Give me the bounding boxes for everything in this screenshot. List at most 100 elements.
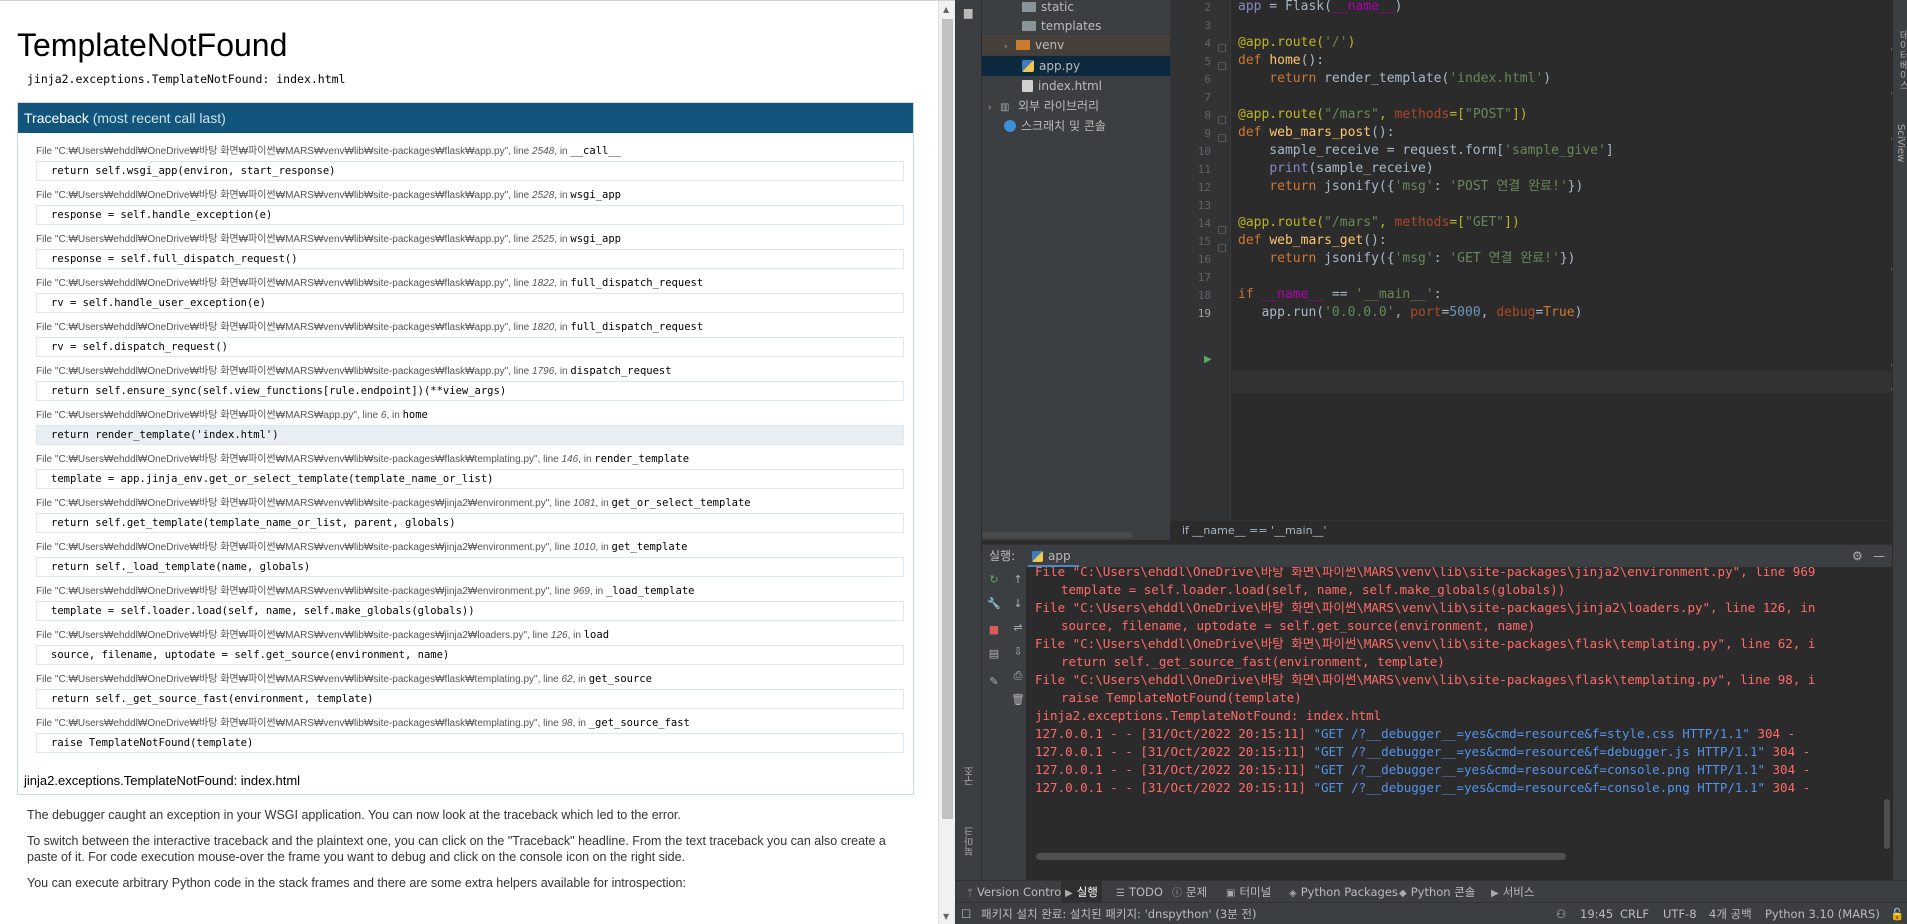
stop-icon[interactable]: ■: [986, 623, 1002, 636]
frame-source-line[interactable]: return self._load_template(name, globals…: [36, 557, 904, 577]
frame-source-line[interactable]: return self.wsgi_app(environ, start_resp…: [36, 161, 904, 181]
tab-run[interactable]: ▶ 실행: [1061, 881, 1102, 903]
traceback-frame[interactable]: File "C:₩Users₩ehddl₩OneDrive₩바탕 화면₩파이썬₩…: [36, 409, 904, 445]
traceback-frame[interactable]: File "C:₩Users₩ehddl₩OneDrive₩바탕 화면₩파이썬₩…: [36, 541, 904, 577]
tab-version-control[interactable]: ᛘ Version Control: [963, 881, 1069, 903]
layout-icon[interactable]: ▤: [986, 647, 1002, 660]
file-encoding[interactable]: UTF-8: [1663, 903, 1697, 924]
tree-item-app-py[interactable]: app.py: [982, 56, 1170, 76]
project-folder-icon[interactable]: ▆: [964, 6, 972, 19]
frame-source-line[interactable]: return render_template('index.html'): [36, 425, 904, 445]
traceback-frame[interactable]: File "C:₩Users₩ehddl₩OneDrive₩바탕 화면₩파이썬₩…: [36, 585, 904, 621]
tab-todo[interactable]: ☰ TODO: [1112, 881, 1167, 903]
scroll-to-end-icon[interactable]: ⇩: [1010, 645, 1026, 658]
browser-scrollbar[interactable]: ▲ ▼: [938, 1, 955, 924]
run-console[interactable]: File "C:\Users\ehddl\OneDrive\바탕 화면\파이썬\…: [1026, 567, 1892, 867]
traceback-frame[interactable]: File "C:₩Users₩ehddl₩OneDrive₩바탕 화면₩파이썬₩…: [36, 629, 904, 665]
frame-source-line[interactable]: raise TemplateNotFound(template): [36, 733, 904, 753]
soft-wrap-icon[interactable]: ⇌: [1010, 621, 1026, 634]
frame-source-line[interactable]: response = self.full_dispatch_request(): [36, 249, 904, 269]
rerun-icon[interactable]: ↻: [986, 573, 1002, 586]
code-line[interactable]: app = Flask(__name__): [1238, 0, 1402, 18]
breadcrumb[interactable]: if __name__ == '__main__': [1170, 520, 1907, 540]
frame-source-line[interactable]: return self.get_template(template_name_o…: [36, 513, 904, 533]
tab-terminal[interactable]: ▣ 터미널: [1222, 881, 1275, 903]
traceback-frame[interactable]: File "C:₩Users₩ehddl₩OneDrive₩바탕 화면₩파이썬₩…: [36, 277, 904, 313]
tab-services[interactable]: ▶ 서비스: [1487, 881, 1538, 903]
traceback-frame[interactable]: File "C:₩Users₩ehddl₩OneDrive₩바탕 화면₩파이썬₩…: [36, 717, 904, 753]
traceback-frame[interactable]: File "C:₩Users₩ehddl₩OneDrive₩바탕 화면₩파이썬₩…: [36, 321, 904, 357]
frame-source-line[interactable]: return self._get_source_fast(environment…: [36, 689, 904, 709]
status-square-icon[interactable]: ☐: [961, 903, 971, 924]
status-message[interactable]: 패키지 설치 완료: 설치된 패키지: 'dnspython' (3분 전): [981, 903, 1256, 924]
run-gutter-icon[interactable]: ▶: [1204, 354, 1212, 365]
fold-marker-icon[interactable]: [1218, 62, 1226, 70]
print-icon[interactable]: ⎙: [1010, 669, 1026, 683]
fold-marker-icon[interactable]: [1218, 244, 1226, 252]
console-horizontal-scrollbar[interactable]: [1036, 853, 1566, 860]
bookmarks-tool-label[interactable]: 북마크: [963, 826, 978, 856]
python-interpreter[interactable]: Python 3.10 (MARS): [1765, 903, 1880, 924]
code-line[interactable]: return jsonify({'msg': 'POST 연결 완료!'}): [1238, 176, 1583, 198]
frame-source-line[interactable]: template = self.loader.load(self, name, …: [36, 601, 904, 621]
console-request-link[interactable]: "GET /?__debugger__=yes&cmd=resource&f=s…: [1313, 726, 1750, 741]
traceback-frame[interactable]: File "C:₩Users₩ehddl₩OneDrive₩바탕 화면₩파이썬₩…: [36, 145, 904, 181]
structure-tool-label[interactable]: 구조: [963, 766, 978, 786]
pin-icon[interactable]: ✎: [986, 675, 1002, 688]
console-request-link[interactable]: "GET /?__debugger__=yes&cmd=resource&f=c…: [1313, 762, 1765, 777]
code-editor[interactable]: 2 3 4 5 6 7 8 9 10 11 12 13 14 15 16 17 18 19 app = Flask…: [982, 0, 1907, 540]
tree-item-venv[interactable]: › venv: [982, 35, 1170, 55]
fold-marker-icon[interactable]: [1218, 134, 1226, 142]
sciview-tool-label[interactable]: SciView: [1895, 124, 1906, 162]
scroll-down-icon[interactable]: ▼: [943, 912, 949, 921]
tree-item-scratches[interactable]: 스크래치 및 콘솔: [982, 116, 1170, 136]
chevron-right-icon[interactable]: ›: [988, 98, 1000, 118]
traceback-frame[interactable]: File "C:₩Users₩ehddl₩OneDrive₩바탕 화면₩파이썬₩…: [36, 365, 904, 401]
tree-item-external-libraries[interactable]: › ▥ 외부 라이브러리: [982, 96, 1170, 116]
lock-icon[interactable]: 🔓: [1890, 903, 1904, 924]
traceback-frame[interactable]: File "C:₩Users₩ehddl₩OneDrive₩바탕 화면₩파이썬₩…: [36, 673, 904, 709]
run-tab-app[interactable]: app: [1028, 545, 1079, 567]
frame-source-line[interactable]: rv = self.handle_user_exception(e): [36, 293, 904, 313]
tab-python-packages[interactable]: ◈ Python Packages: [1285, 881, 1402, 903]
scroll-up-icon[interactable]: ▲: [943, 5, 949, 14]
frame-source-line[interactable]: response = self.handle_exception(e): [36, 205, 904, 225]
scroll-up-arrow-icon[interactable]: ↑: [1010, 573, 1026, 586]
line-separator[interactable]: CRLF: [1620, 903, 1649, 924]
trash-icon[interactable]: 🗑: [1010, 693, 1026, 706]
tree-item-static[interactable]: static: [982, 0, 1170, 17]
frame-source-line[interactable]: rv = self.dispatch_request(): [36, 337, 904, 357]
traceback-frame[interactable]: File "C:₩Users₩ehddl₩OneDrive₩바탕 화면₩파이썬₩…: [36, 189, 904, 225]
indent-setting[interactable]: 4개 공백: [1709, 903, 1752, 924]
code-line[interactable]: app.run('0.0.0.0', port=5000, debug=True…: [1238, 302, 1582, 324]
traceback-frame[interactable]: File "C:₩Users₩ehddl₩OneDrive₩바탕 화면₩파이썬₩…: [36, 233, 904, 269]
console-request-link[interactable]: "GET /?__debugger__=yes&cmd=resource&f=d…: [1313, 744, 1765, 759]
frame-source-line[interactable]: template = app.jinja_env.get_or_select_t…: [36, 469, 904, 489]
code-line[interactable]: return jsonify({'msg': 'GET 연결 완료!'}): [1238, 248, 1575, 270]
database-tool-label[interactable]: 데이터베이스: [1895, 30, 1907, 90]
inspect-icon[interactable]: ⚇: [1556, 903, 1566, 924]
project-horizontal-scrollbar[interactable]: [982, 532, 1132, 538]
traceback-header[interactable]: Traceback (most recent call last): [18, 103, 913, 133]
frame-source-line[interactable]: return self.ensure_sync(self.view_functi…: [36, 381, 904, 401]
fold-marker-icon[interactable]: [1218, 44, 1226, 52]
fold-marker-icon[interactable]: [1218, 226, 1226, 234]
console-request-link[interactable]: "GET /?__debugger__=yes&cmd=resource&f=c…: [1313, 780, 1765, 795]
chevron-right-icon[interactable]: ›: [1004, 37, 1016, 57]
traceback-frame[interactable]: File "C:₩Users₩ehddl₩OneDrive₩바탕 화면₩파이썬₩…: [36, 497, 904, 533]
tree-item-templates[interactable]: templates: [982, 16, 1170, 36]
code-line[interactable]: return render_template('index.html'): [1238, 68, 1551, 90]
tab-problems[interactable]: ⓘ 문제: [1168, 881, 1211, 903]
scroll-down-arrow-icon[interactable]: ↓: [1010, 597, 1026, 610]
minimize-icon[interactable]: —: [1873, 545, 1885, 567]
browser-scroll-thumb[interactable]: [942, 19, 953, 819]
tab-python-console[interactable]: ◆ Python 콘솔: [1395, 881, 1479, 903]
caret-position[interactable]: 19:45: [1580, 903, 1613, 924]
traceback-header-label[interactable]: Traceback: [24, 110, 89, 126]
frame-source-line[interactable]: source, filename, uptodate = self.get_so…: [36, 645, 904, 665]
gear-icon[interactable]: ⚙: [1852, 545, 1863, 567]
tree-item-index-html[interactable]: index.html: [982, 76, 1170, 96]
traceback-frame[interactable]: File "C:₩Users₩ehddl₩OneDrive₩바탕 화면₩파이썬₩…: [36, 453, 904, 489]
fold-marker-icon[interactable]: [1218, 116, 1226, 124]
wrench-icon[interactable]: 🔧: [986, 597, 1002, 610]
